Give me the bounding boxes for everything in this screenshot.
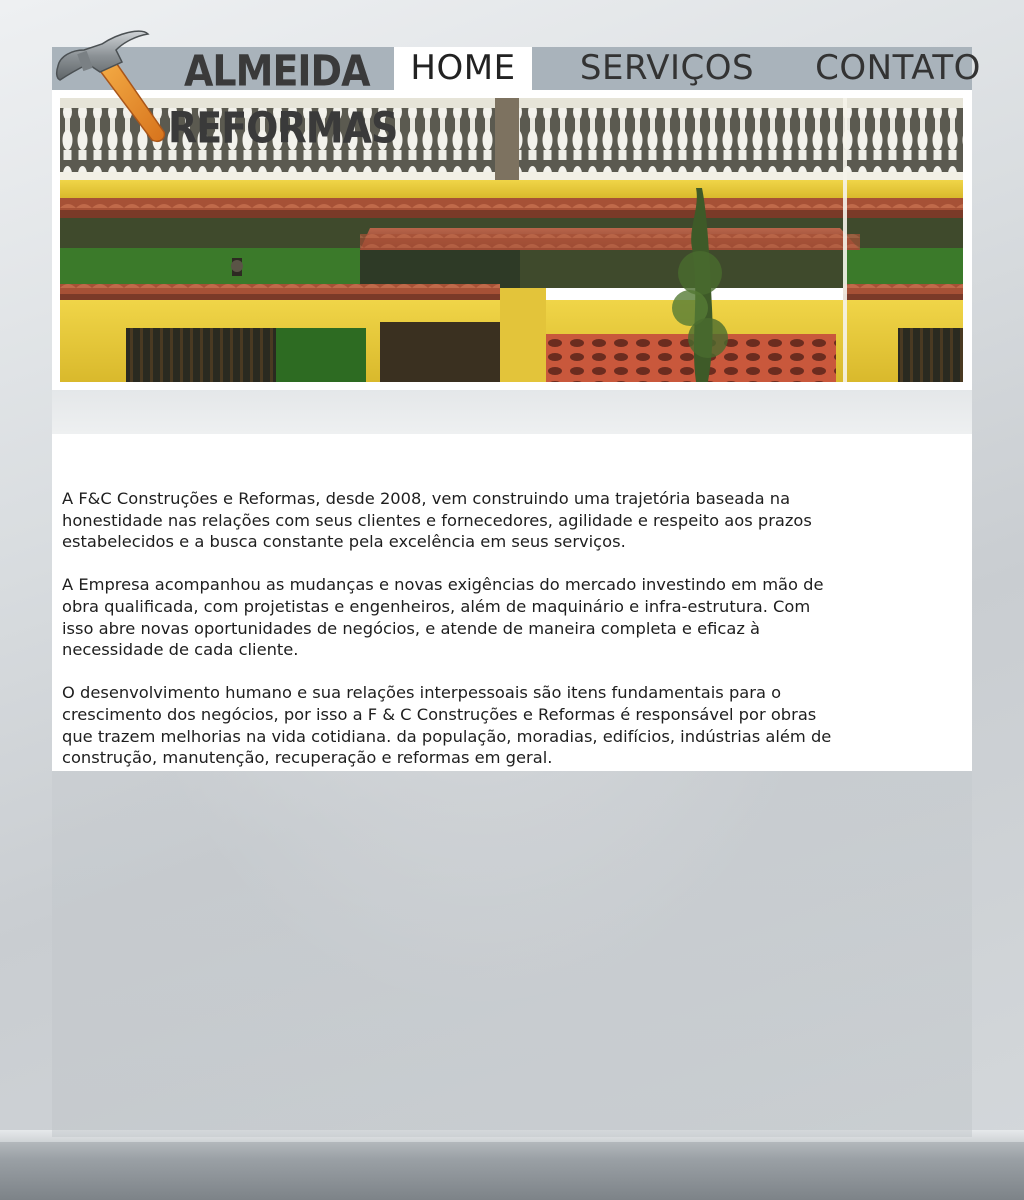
hammer-icon [55,30,166,143]
nav-contato[interactable]: CONTATO [812,47,984,90]
content-text: A F&C Construções e Reformas, desde 2008… [62,488,842,790]
paragraph-1: A F&C Construções e Reformas, desde 2008… [62,489,812,552]
sub-strip [52,390,972,434]
brand-line2: REFORMAS [168,103,398,153]
brand-line1: ALMEIDA [184,46,370,96]
floor [0,1142,1024,1200]
nav-home[interactable]: HOME [394,47,532,90]
nav-servicos[interactable]: SERVIÇOS [578,47,756,90]
paragraph-3: O desenvolvimento humano e sua relações … [62,683,832,768]
paragraph-2: A Empresa acompanhou as mudanças e novas… [62,575,824,660]
